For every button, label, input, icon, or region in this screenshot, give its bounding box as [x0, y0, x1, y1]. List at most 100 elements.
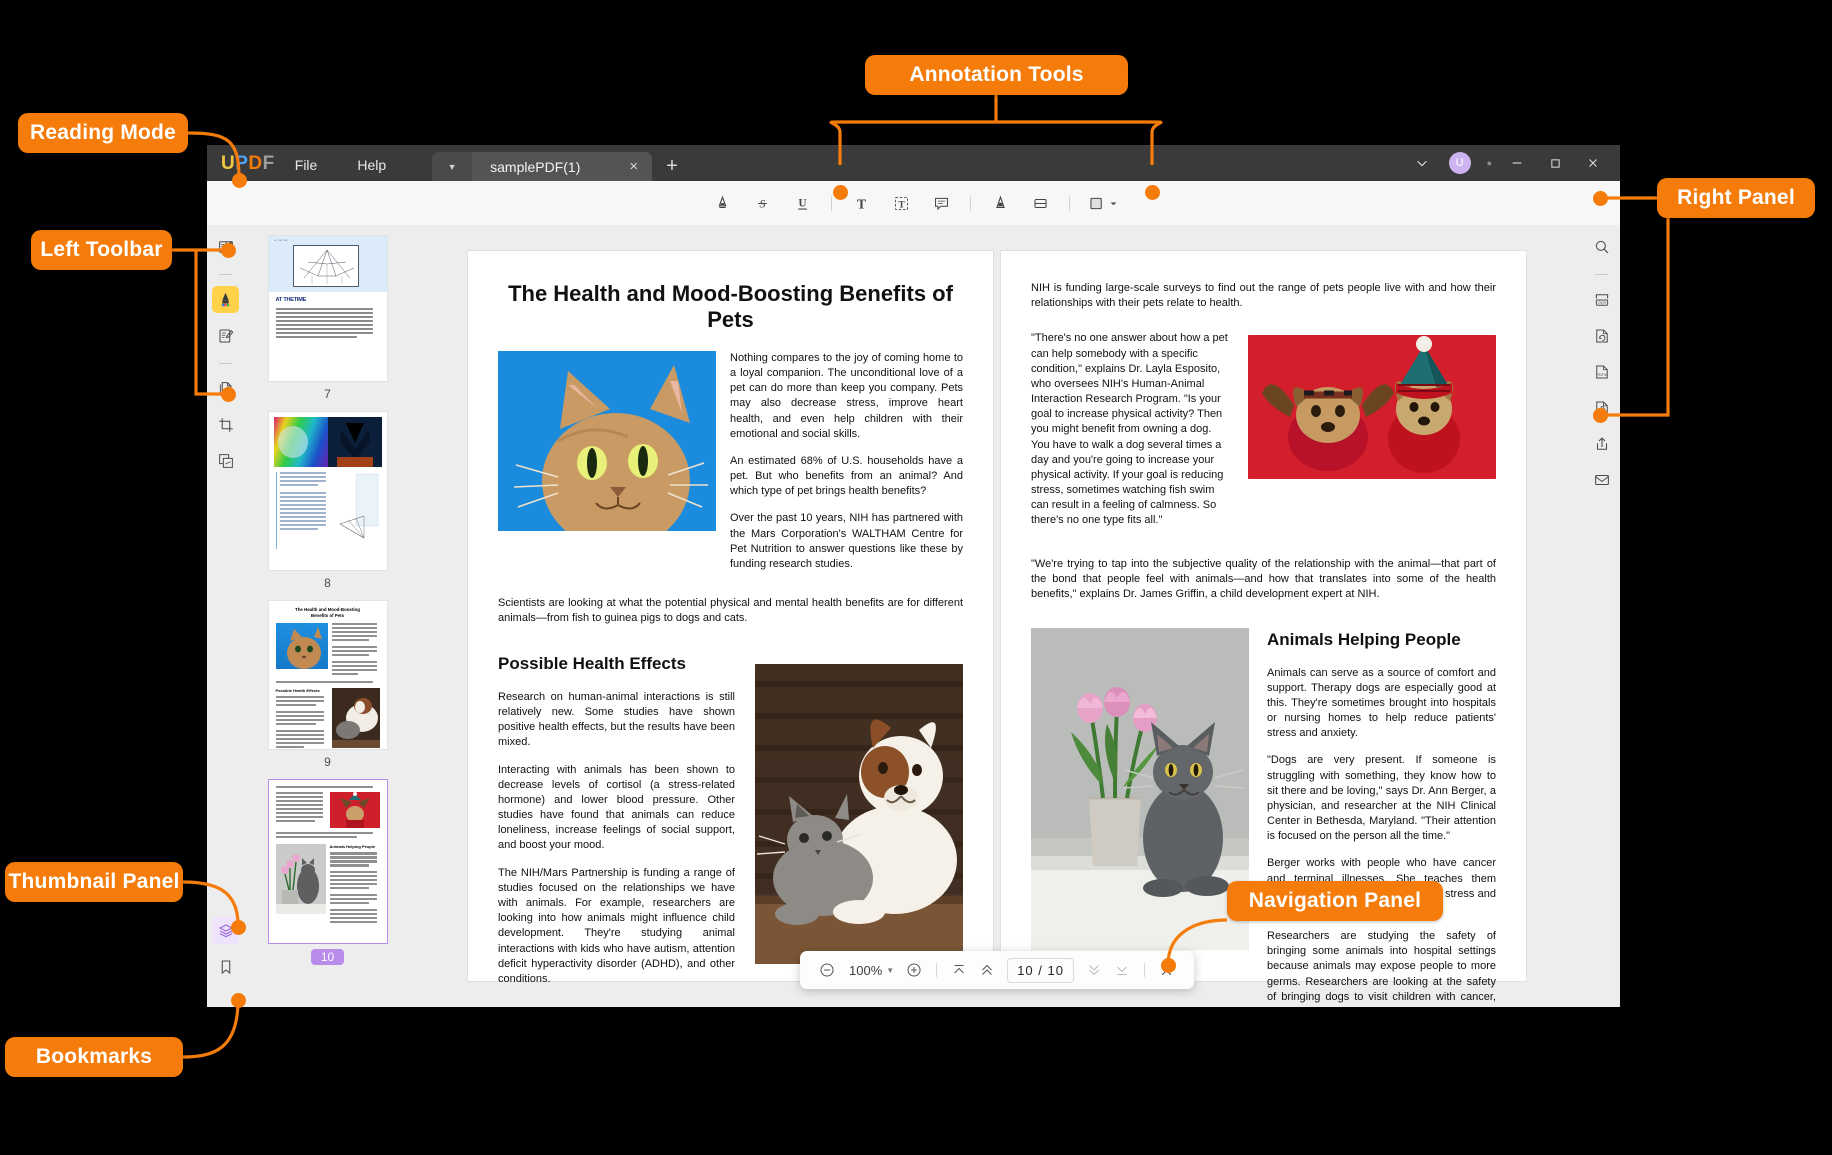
connector-dot-thumbnail-panel: [231, 920, 246, 935]
highlight-tool-icon[interactable]: [702, 187, 742, 219]
edit-pdf-icon[interactable]: [212, 322, 239, 349]
connector-dot-annotation-left: [833, 185, 848, 200]
document-page-right: NIH is funding large-scale surveys to fi…: [1001, 251, 1526, 1007]
new-tab-button[interactable]: +: [652, 156, 692, 181]
svg-text:OCR: OCR: [1597, 301, 1606, 305]
previous-page-button[interactable]: [973, 956, 1001, 984]
left-section-paragraph-1: Research on human-animal interactions is…: [498, 690, 735, 749]
thumbnail-item[interactable]: 8: [267, 411, 388, 600]
first-page-button[interactable]: [945, 956, 973, 984]
updf-application-window: UPDF File Help ▼ samplePDF(1) × + U ● S …: [207, 145, 1620, 1007]
pencil-tool-icon[interactable]: [980, 187, 1020, 219]
esposito-row: "There's no one answer about how a pet c…: [1031, 331, 1496, 540]
comment-highlight-icon[interactable]: [212, 286, 239, 313]
page-indicator[interactable]: 10 / 10: [1007, 957, 1074, 983]
callout-left-toolbar: Left Toolbar: [31, 230, 172, 270]
zoom-out-button[interactable]: [813, 956, 841, 984]
right-section-paragraph-2: "Dogs are very present. If someone is st…: [1267, 754, 1496, 843]
callout-thumbnail-panel-label: Thumbnail Panel: [8, 870, 180, 893]
rail-separator: [1595, 274, 1608, 275]
ocr-icon[interactable]: OCR: [1588, 286, 1615, 313]
text-box-tool-icon[interactable]: T: [881, 187, 921, 219]
last-page-button[interactable]: [1108, 956, 1136, 984]
thumbnail-page-9[interactable]: The Health and Mood-Boosting Benefits of …: [267, 600, 388, 750]
window-controls: U ●: [1403, 149, 1620, 177]
connector-dot-right-panel-bottom: [1593, 408, 1608, 423]
search-icon[interactable]: [1588, 233, 1615, 260]
strikethrough-tool-icon[interactable]: S: [742, 187, 782, 219]
pdfa-icon[interactable]: PDF/A: [1588, 358, 1615, 385]
batch-icon[interactable]: [212, 447, 239, 474]
callout-reading-mode-label: Reading Mode: [30, 121, 176, 144]
connector-dot-reading-mode: [232, 173, 247, 188]
title-bar: UPDF File Help ▼ samplePDF(1) × + U ●: [207, 145, 1620, 181]
callout-navigation-panel-label: Navigation Panel: [1248, 889, 1422, 912]
thumbnail-panel[interactable]: AT THE TIME AT THETIME 7 8 The Health an…: [244, 225, 411, 1007]
share-icon[interactable]: [1588, 430, 1615, 457]
crop-icon[interactable]: [212, 411, 239, 438]
callout-left-toolbar-label: Left Toolbar: [40, 238, 163, 261]
left-toolbar: [207, 225, 244, 1007]
close-button[interactable]: [1574, 149, 1612, 177]
zoom-level-value[interactable]: 100%: [841, 963, 886, 978]
animals-helping-people-heading: Animals Helping People: [1267, 630, 1461, 650]
maximize-button[interactable]: [1536, 149, 1574, 177]
menu-file[interactable]: File: [275, 158, 338, 181]
email-icon[interactable]: [1588, 466, 1615, 493]
menu-help[interactable]: Help: [337, 158, 406, 181]
svg-text:U: U: [798, 197, 806, 209]
cat-photo: [498, 350, 716, 531]
tab-strip: ▼ samplePDF(1) × +: [432, 152, 692, 181]
titlebar-chevron-down-icon[interactable]: [1403, 149, 1441, 177]
cat-with-tulips-photo: [1031, 628, 1249, 951]
connector-dot-bookmarks: [231, 993, 246, 1008]
navigation-panel[interactable]: 100% ▼ 10 / 10: [800, 951, 1194, 989]
eraser-tool-icon[interactable]: [1020, 187, 1060, 219]
thumbnail-number: 7: [324, 387, 331, 401]
right-intro-paragraph: NIH is funding large-scale surveys to fi…: [1031, 282, 1496, 310]
avatar[interactable]: U: [1448, 152, 1471, 174]
connector-dot-left-toolbar-top: [221, 243, 236, 258]
navbar-separator: [936, 963, 938, 977]
toolbar-separator: [1069, 195, 1070, 211]
callout-thumbnail-panel: Thumbnail Panel: [5, 862, 183, 902]
thumbnail-item[interactable]: The Health and Mood-Boosting Benefits of …: [267, 600, 388, 779]
annotation-toolbar: S U T T: [207, 181, 1620, 225]
next-page-button[interactable]: [1080, 956, 1108, 984]
sticky-note-tool-icon[interactable]: [921, 187, 961, 219]
callout-bookmarks-label: Bookmarks: [35, 1045, 153, 1068]
health-effects-row: Possible Health Effects Research on huma…: [498, 638, 963, 999]
tab-label: samplePDF(1): [490, 158, 581, 175]
page-title: The Health and Mood-Boosting Benefits of…: [508, 281, 953, 332]
callout-right-panel-label: Right Panel: [1677, 186, 1795, 209]
bookmark-icon[interactable]: [212, 953, 239, 980]
toolbar-separator: [831, 195, 832, 211]
titlebar-more-icon: ●: [1486, 158, 1492, 168]
left-paragraph-1: Nothing compares to the joy of coming ho…: [730, 351, 963, 440]
convert-icon[interactable]: [1588, 322, 1615, 349]
rail-separator: [219, 274, 232, 275]
tab-close-icon[interactable]: ×: [629, 158, 638, 175]
intro-row: Nothing compares to the joy of coming ho…: [498, 350, 963, 584]
holiday-dogs-photo: [1248, 335, 1496, 480]
thumbnail-number: 10: [310, 949, 345, 965]
minimize-button[interactable]: [1498, 149, 1536, 177]
thumbnail-page-8[interactable]: [267, 411, 388, 571]
tab-list-chevron-down-icon[interactable]: ▼: [432, 152, 473, 181]
zoom-in-button[interactable]: [900, 956, 928, 984]
rail-separator: [219, 363, 232, 364]
shape-tool-icon[interactable]: [1079, 187, 1125, 219]
thumbnail-item[interactable]: AT THE TIME AT THETIME 7: [267, 235, 388, 411]
callout-annotation-tools-label: Annotation Tools: [909, 63, 1084, 86]
thumbnail-item[interactable]: Animals Helping People 10: [267, 779, 388, 975]
left-paragraph-3: Over the past 10 years, NIH has partnere…: [730, 512, 963, 570]
zoom-chevron-down-icon[interactable]: ▼: [886, 966, 900, 975]
left-paragraph-2: An estimated 68% of U.S. households have…: [730, 454, 963, 498]
document-page-left: The Health and Mood-Boosting Benefits of…: [468, 251, 993, 985]
tab-samplepdf[interactable]: samplePDF(1) ×: [472, 152, 653, 181]
thumbnail-number: 8: [324, 576, 331, 590]
thumbnail-page-7[interactable]: AT THE TIME AT THETIME: [267, 235, 388, 382]
underline-tool-icon[interactable]: U: [782, 187, 822, 219]
thumbnail-page-10[interactable]: Animals Helping People: [267, 779, 388, 944]
dog-and-cat-photo: [755, 664, 963, 965]
